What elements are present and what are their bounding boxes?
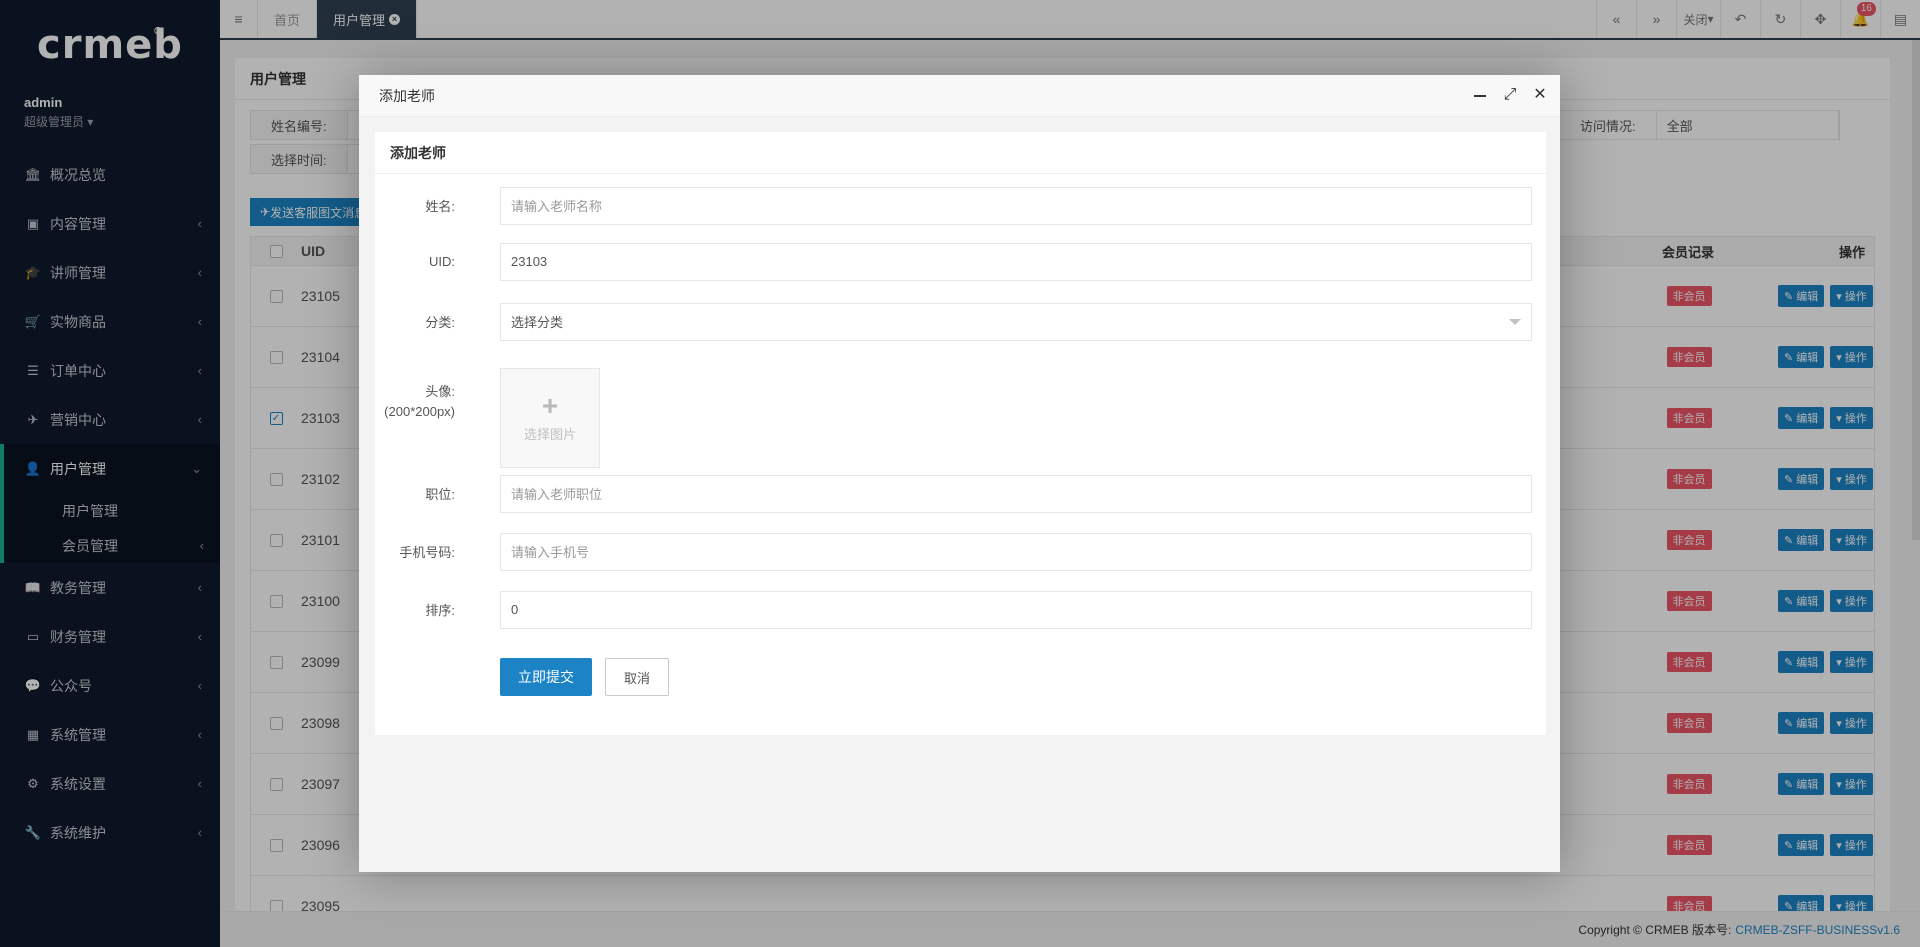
category-select[interactable]: 选择分类: [500, 302, 1532, 341]
field-uid: UID: 23103: [375, 242, 1546, 281]
cancel-button[interactable]: 取消: [605, 658, 670, 696]
field-avatar: 头像: (200*200px) + 选择图片: [375, 368, 1546, 468]
avatar-upload-label: 选择图片: [523, 426, 576, 442]
position-label: 职位:: [425, 487, 455, 502]
avatar-label: 头像: (200*200px): [375, 368, 475, 422]
close-icon[interactable]: ✕: [1532, 87, 1548, 103]
name-input[interactable]: 请输入老师名称: [500, 186, 1532, 225]
category-label: 分类:: [425, 315, 455, 330]
modal-title: 添加老师: [379, 87, 435, 104]
add-teacher-modal: 添加老师 ⤢ ✕ 添加老师 姓名: 请输入老师名称 UID: 23103 分类:…: [359, 75, 1560, 872]
chevron-down-icon: [1509, 318, 1521, 325]
modal-tools: ⤢ ✕: [1472, 87, 1548, 103]
add-teacher-form: 添加老师 姓名: 请输入老师名称 UID: 23103 分类: 选择分类 头像:…: [375, 132, 1546, 735]
sort-input[interactable]: 0: [500, 590, 1532, 629]
field-sort: 排序: 0: [375, 590, 1546, 629]
minimize-icon[interactable]: [1472, 87, 1488, 103]
modal-header: 添加老师 ⤢ ✕: [359, 75, 1560, 117]
field-position: 职位: 请输入老师职位: [375, 474, 1546, 513]
avatar-upload-button[interactable]: + 选择图片: [500, 368, 600, 468]
category-select-value: 选择分类: [511, 315, 564, 330]
field-category: 分类: 选择分类: [375, 302, 1546, 341]
submit-button[interactable]: 立即提交: [500, 658, 592, 696]
field-name: 姓名: 请输入老师名称: [375, 186, 1546, 225]
phone-label: 手机号码:: [399, 545, 455, 560]
plus-icon: +: [541, 389, 559, 421]
avatar-size-hint: (200*200px): [384, 404, 455, 419]
field-phone: 手机号码: 请输入手机号: [375, 532, 1546, 571]
sort-label: 排序:: [425, 603, 455, 618]
uid-input[interactable]: 23103: [500, 242, 1532, 281]
position-input[interactable]: 请输入老师职位: [500, 474, 1532, 513]
phone-input[interactable]: 请输入手机号: [500, 532, 1532, 571]
maximize-icon[interactable]: ⤢: [1502, 87, 1518, 103]
name-label: 姓名:: [425, 199, 455, 214]
avatar-label-text: 头像:: [425, 384, 455, 399]
form-title: 添加老师: [375, 132, 1546, 174]
uid-label: UID:: [429, 254, 455, 269]
